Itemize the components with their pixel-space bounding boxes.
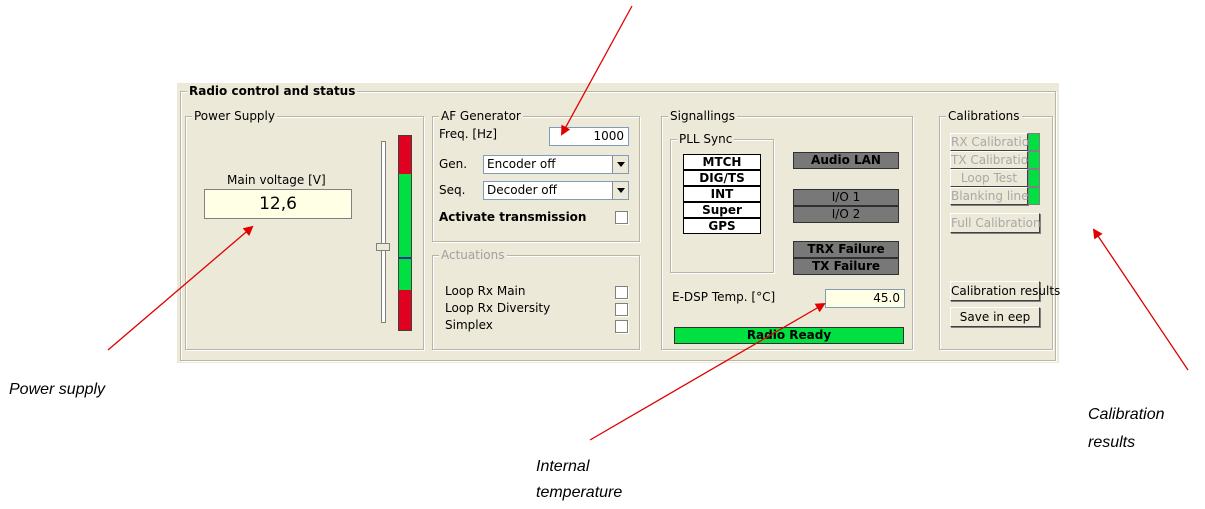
annotation-power-supply: Power supply: [9, 381, 106, 398]
temperature-arrow: [589, 302, 826, 441]
annotation-calibration-line1: Calibration: [1088, 406, 1165, 423]
signallings-arrow: [561, 5, 633, 136]
calibration-arrow: [1092, 228, 1189, 371]
annotation-internal-line1: Internal: [536, 458, 590, 475]
annotation-internal-line2: temperature: [536, 484, 623, 501]
annotation-arrows: [107, 5, 1189, 441]
power-supply-arrow: [107, 225, 254, 351]
annotation-calibration-line2: results: [1088, 434, 1136, 451]
